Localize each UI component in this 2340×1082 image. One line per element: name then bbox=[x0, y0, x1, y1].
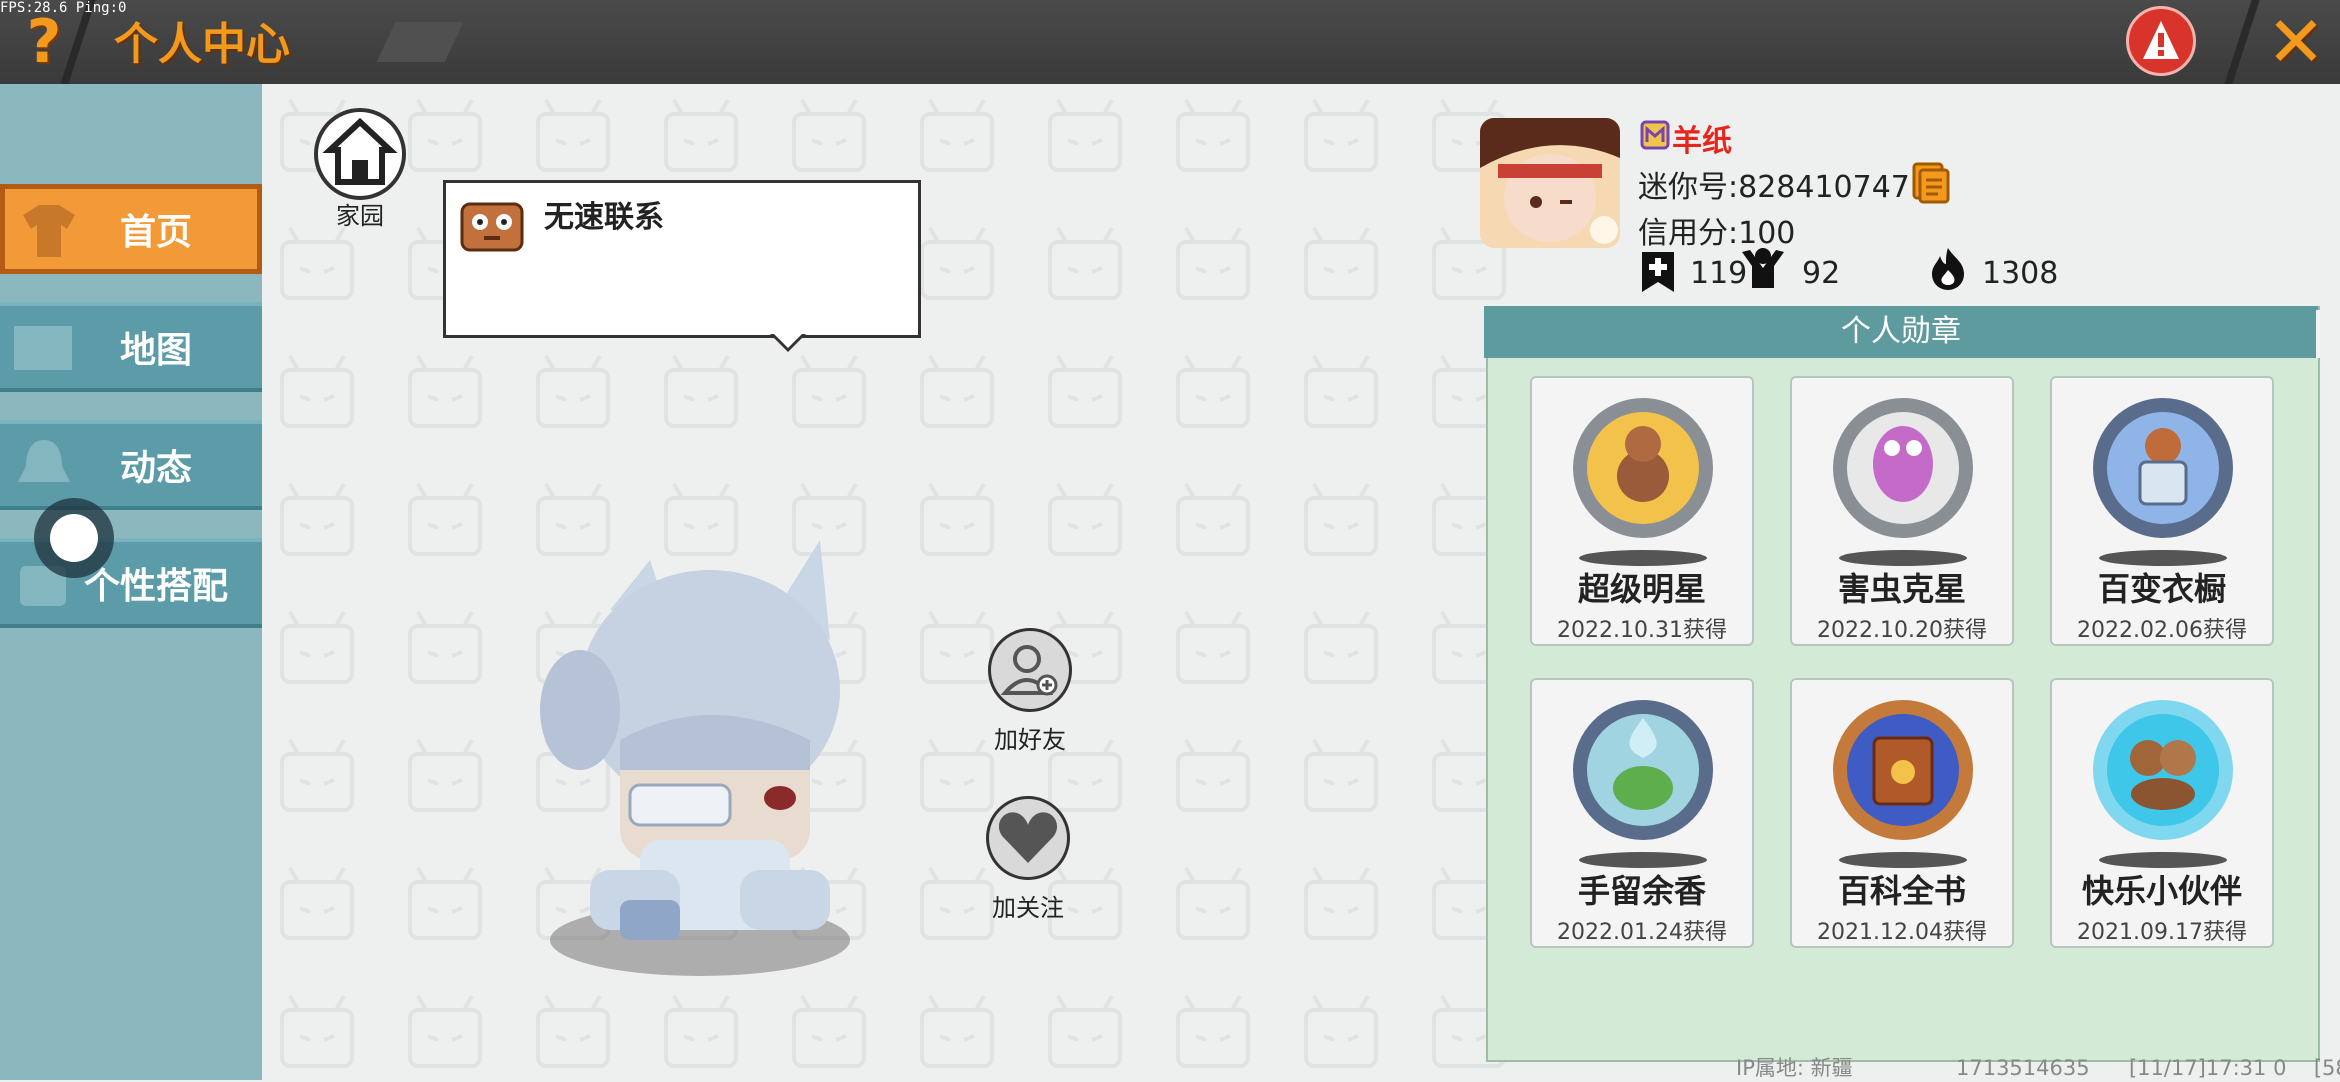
warning-icon[interactable] bbox=[2126, 6, 2196, 76]
ip-location: IP属地: 新疆 bbox=[1736, 1056, 1853, 1080]
follow-button[interactable] bbox=[986, 796, 1070, 880]
sidebar-item-label: 首页 bbox=[119, 212, 192, 253]
medal-name: 百科全书 bbox=[1837, 872, 1966, 910]
fps-ping-readout: FPS:28.6 Ping:0 bbox=[0, 0, 127, 16]
mood-icon bbox=[460, 202, 524, 252]
medal-date: 2021.12.04获得 bbox=[1817, 920, 1987, 945]
medal-panel-title: 个人勋章 bbox=[1484, 306, 2318, 358]
medal-date: 2022.01.24获得 bbox=[1557, 920, 1727, 945]
footer-info: IP属地: 新疆 1713514635 [11/17]17:31 0 [58]1… bbox=[1736, 1052, 2340, 1082]
medal-card[interactable]: 百变衣橱 2022.02.06获得 bbox=[2050, 376, 2274, 646]
stat-value: 92 bbox=[1802, 256, 1841, 291]
stat-value: 1308 bbox=[1982, 256, 2059, 291]
top-bar: ? 个人中心 ✕ bbox=[0, 0, 2340, 84]
fans-icon bbox=[1742, 248, 1784, 288]
medal-card[interactable]: 百科全书 2021.12.04获得 bbox=[1790, 678, 2014, 948]
home-button[interactable] bbox=[314, 108, 406, 200]
footer-code: [58]1.20.5 bbox=[2313, 1056, 2340, 1080]
add-user-icon bbox=[1000, 645, 1058, 696]
happy-buddies-medal-icon bbox=[2093, 700, 2233, 868]
vip-badge-icon bbox=[1640, 120, 1670, 150]
sidebar-item-home[interactable]: 首页 bbox=[0, 184, 262, 274]
close-icon[interactable]: ✕ bbox=[2262, 7, 2330, 77]
medal-date: 2022.10.20获得 bbox=[1817, 618, 1987, 643]
home-label: 家园 bbox=[336, 202, 384, 230]
sidebar-item-feed[interactable]: 动态 bbox=[0, 420, 262, 510]
floating-joystick[interactable] bbox=[34, 498, 114, 578]
signature-text: 无速联系 bbox=[544, 200, 664, 235]
copy-icon[interactable] bbox=[1910, 162, 1950, 204]
medal-name: 超级明星 bbox=[1577, 570, 1706, 608]
sidebar-item-label: 动态 bbox=[119, 448, 192, 489]
wardrobe-medal-icon bbox=[2093, 398, 2233, 566]
stat-value: 119 bbox=[1690, 256, 1748, 291]
footer-code: [11/17]17:31 0 bbox=[2128, 1056, 2287, 1080]
house-icon bbox=[322, 117, 398, 185]
add-friend-label: 加好友 bbox=[994, 726, 1066, 754]
bookmark-plus-icon bbox=[1642, 252, 1674, 292]
mini-id: 迷你号:828410747 bbox=[1638, 170, 1910, 205]
medal-date: 2022.02.06获得 bbox=[2077, 618, 2247, 643]
superstar-medal-icon bbox=[1573, 398, 1713, 566]
medal-date: 2022.10.31获得 bbox=[1557, 618, 1727, 643]
sidebar-item-label: 地图 bbox=[119, 330, 192, 371]
follow-label: 加关注 bbox=[992, 894, 1064, 922]
medal-card[interactable]: 快乐小伙伴 2021.09.17获得 bbox=[2050, 678, 2274, 948]
player-name: 羊纸 bbox=[1672, 124, 1732, 159]
medal-card[interactable]: 害虫克星 2022.10.20获得 bbox=[1790, 376, 2014, 646]
bubble-tail bbox=[773, 333, 803, 348]
flame-icon bbox=[1932, 248, 1964, 290]
fragrance-medal-icon bbox=[1573, 700, 1713, 868]
footer-code: 1713514635 bbox=[1955, 1056, 2090, 1080]
scrollbar[interactable] bbox=[2316, 310, 2320, 358]
divider bbox=[2224, 0, 2260, 84]
player-avatar[interactable] bbox=[520, 540, 880, 1000]
medal-name: 百变衣橱 bbox=[2097, 570, 2226, 608]
medal-date: 2021.09.17获得 bbox=[2077, 920, 2247, 945]
medal-name: 快乐小伙伴 bbox=[2081, 872, 2242, 910]
pest-buster-medal-icon bbox=[1833, 398, 1973, 566]
question-icon[interactable]: ? bbox=[18, 10, 70, 74]
medal-name: 手留余香 bbox=[1577, 872, 1706, 910]
page-title: 个人中心 bbox=[114, 19, 290, 70]
sidebar-item-map[interactable]: 地图 bbox=[0, 302, 262, 392]
encyclopedia-medal-icon bbox=[1833, 700, 1973, 868]
medal-name: 害虫克星 bbox=[1837, 570, 1966, 608]
medal-card[interactable]: 手留余香 2022.01.24获得 bbox=[1530, 678, 1754, 948]
medal-card[interactable]: 超级明星 2022.10.31获得 bbox=[1530, 376, 1754, 646]
heart-icon bbox=[998, 812, 1058, 863]
avatar[interactable] bbox=[1480, 118, 1620, 248]
add-friend-button[interactable] bbox=[988, 628, 1072, 712]
